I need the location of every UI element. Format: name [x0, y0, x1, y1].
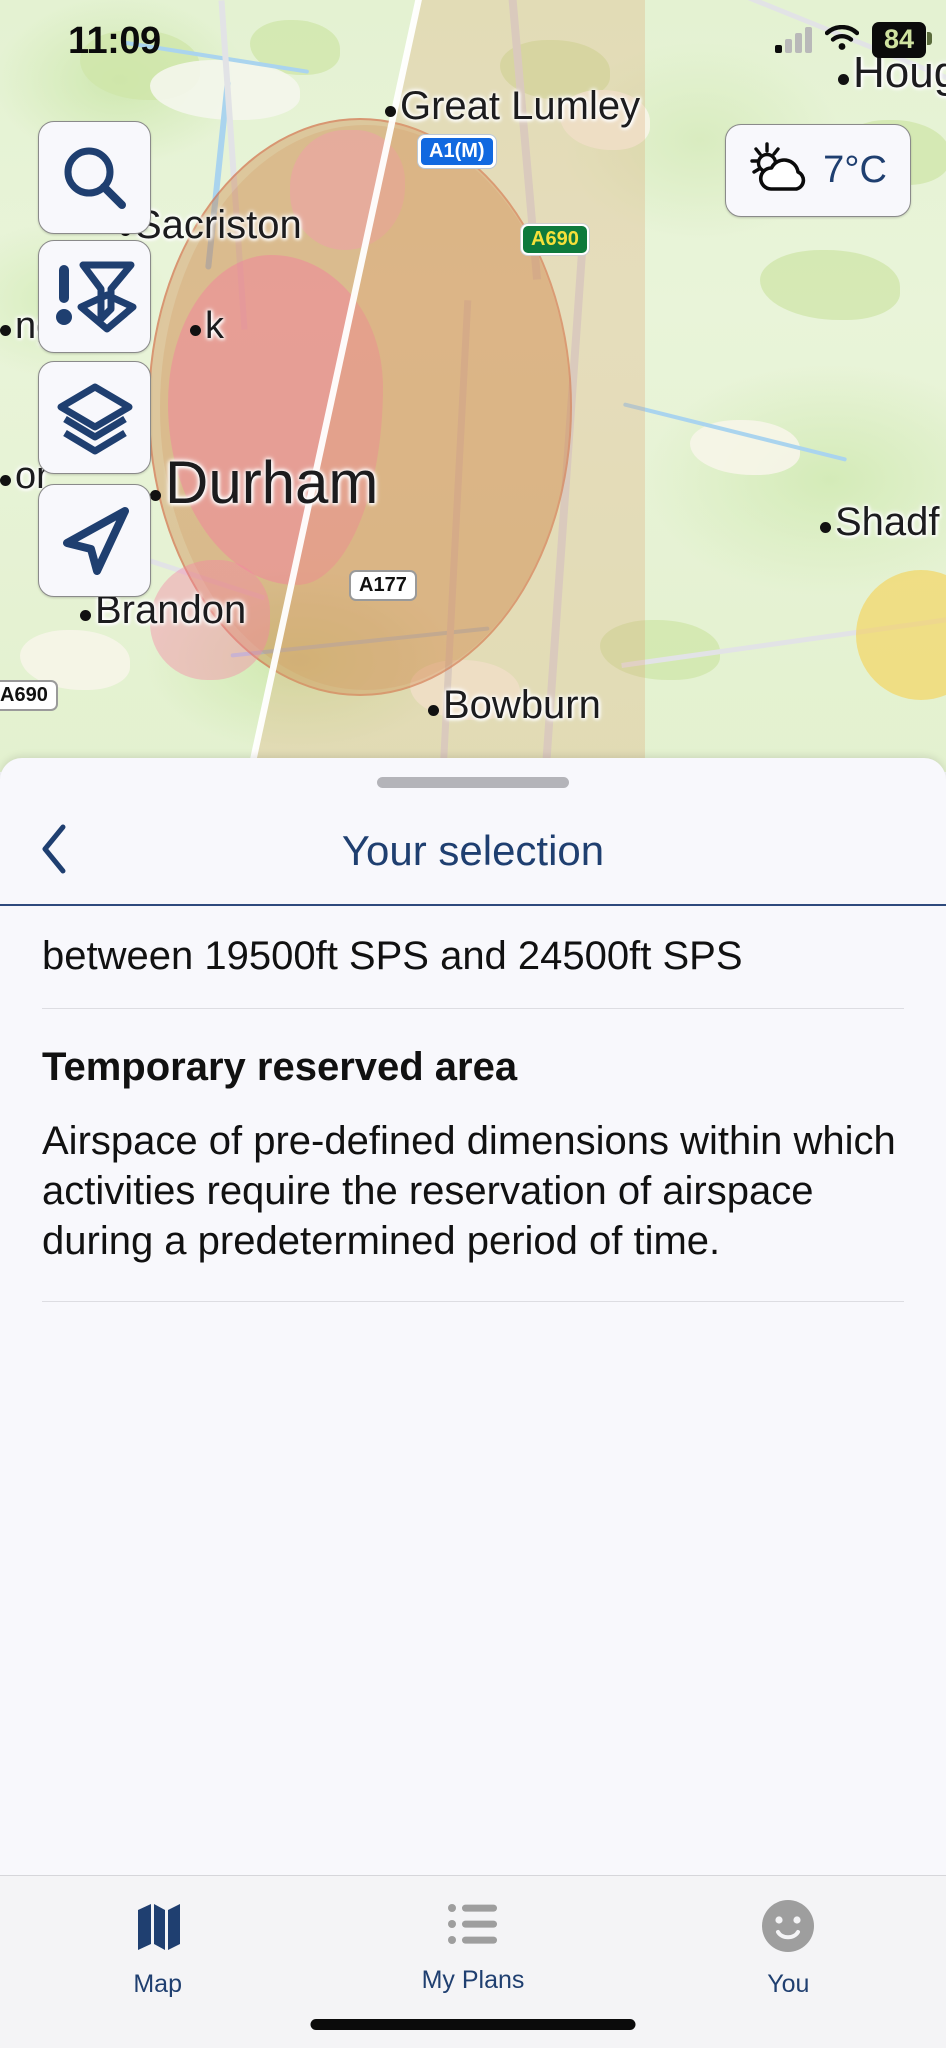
tab-map[interactable]: Map	[0, 1876, 315, 2048]
map-place-dot	[150, 490, 161, 501]
map-place-label: Shadf	[820, 500, 940, 545]
section-title: Temporary reserved area	[42, 1044, 518, 1089]
map-place-name: Great Lumley	[400, 84, 641, 128]
map-place-label: Houg	[838, 48, 946, 98]
map-place-label: Durham	[150, 448, 378, 517]
back-button[interactable]	[26, 823, 82, 879]
divider	[42, 1300, 904, 1302]
map-canvas[interactable]: Houg Great Lumley Sacriston Durham Brandon Bo…	[0, 0, 946, 772]
search-icon	[58, 141, 132, 215]
road-shield: A1(M)	[418, 135, 496, 168]
chevron-left-icon	[37, 823, 71, 880]
weather-temperature: 7°C	[823, 149, 887, 191]
map-place-dot	[190, 325, 201, 336]
map-place-name: Houg	[853, 48, 946, 97]
map-place-dot	[838, 74, 849, 85]
alert-filter-icon	[53, 259, 137, 335]
map-place-dot	[820, 522, 831, 533]
tab-you[interactable]: You	[631, 1876, 946, 2048]
home-indicator	[310, 2019, 636, 2030]
road-shield: A690	[521, 224, 589, 255]
map-place-name: Durham	[165, 449, 379, 516]
smiley-face-icon	[760, 1898, 816, 1959]
map-place-name: Sacriston	[135, 203, 302, 247]
map-place-label: Great Lumley	[385, 84, 640, 129]
road-shield: A177	[349, 570, 417, 601]
layers-button[interactable]	[38, 361, 151, 474]
sheet-header: Your selection	[0, 798, 946, 906]
list-icon	[445, 1898, 501, 1955]
map-place-dot	[385, 106, 396, 117]
altitude-range-text: between 19500ft SPS and 24500ft SPS	[42, 934, 743, 978]
page-title: Your selection	[341, 827, 605, 874]
tab-map-label: Map	[133, 1970, 182, 1998]
map-place-label: Bowburn	[428, 683, 601, 728]
map-icon	[130, 1898, 186, 1959]
map-place-name: k	[205, 305, 224, 347]
detail-bottom-sheet: Your selection between 19500ft SPS and 2…	[0, 758, 946, 2048]
tab-you-label: You	[767, 1970, 810, 1998]
layers-icon	[55, 381, 135, 455]
alerts-filter-button[interactable]	[38, 240, 151, 353]
map-place-dot	[0, 475, 11, 486]
search-button[interactable]	[38, 121, 151, 234]
navigation-arrow-icon	[57, 503, 133, 579]
map-place-dot	[428, 705, 439, 716]
map-place-dot	[80, 610, 91, 621]
sun-behind-cloud-icon	[749, 141, 813, 200]
sheet-grab-handle[interactable]	[377, 777, 569, 788]
road-shield: A690	[0, 680, 58, 711]
map-place-dot	[0, 325, 11, 336]
map-place-name: Shadf	[835, 500, 940, 544]
locate-me-button[interactable]	[38, 484, 151, 597]
section-description: Airspace of pre-defined dimensions withi…	[42, 1118, 896, 1264]
tab-my-plans-label: My Plans	[421, 1966, 525, 1994]
map-place-name: Bowburn	[443, 683, 601, 727]
weather-widget[interactable]: 7°C	[725, 124, 911, 217]
map-place-label: k	[190, 305, 224, 348]
